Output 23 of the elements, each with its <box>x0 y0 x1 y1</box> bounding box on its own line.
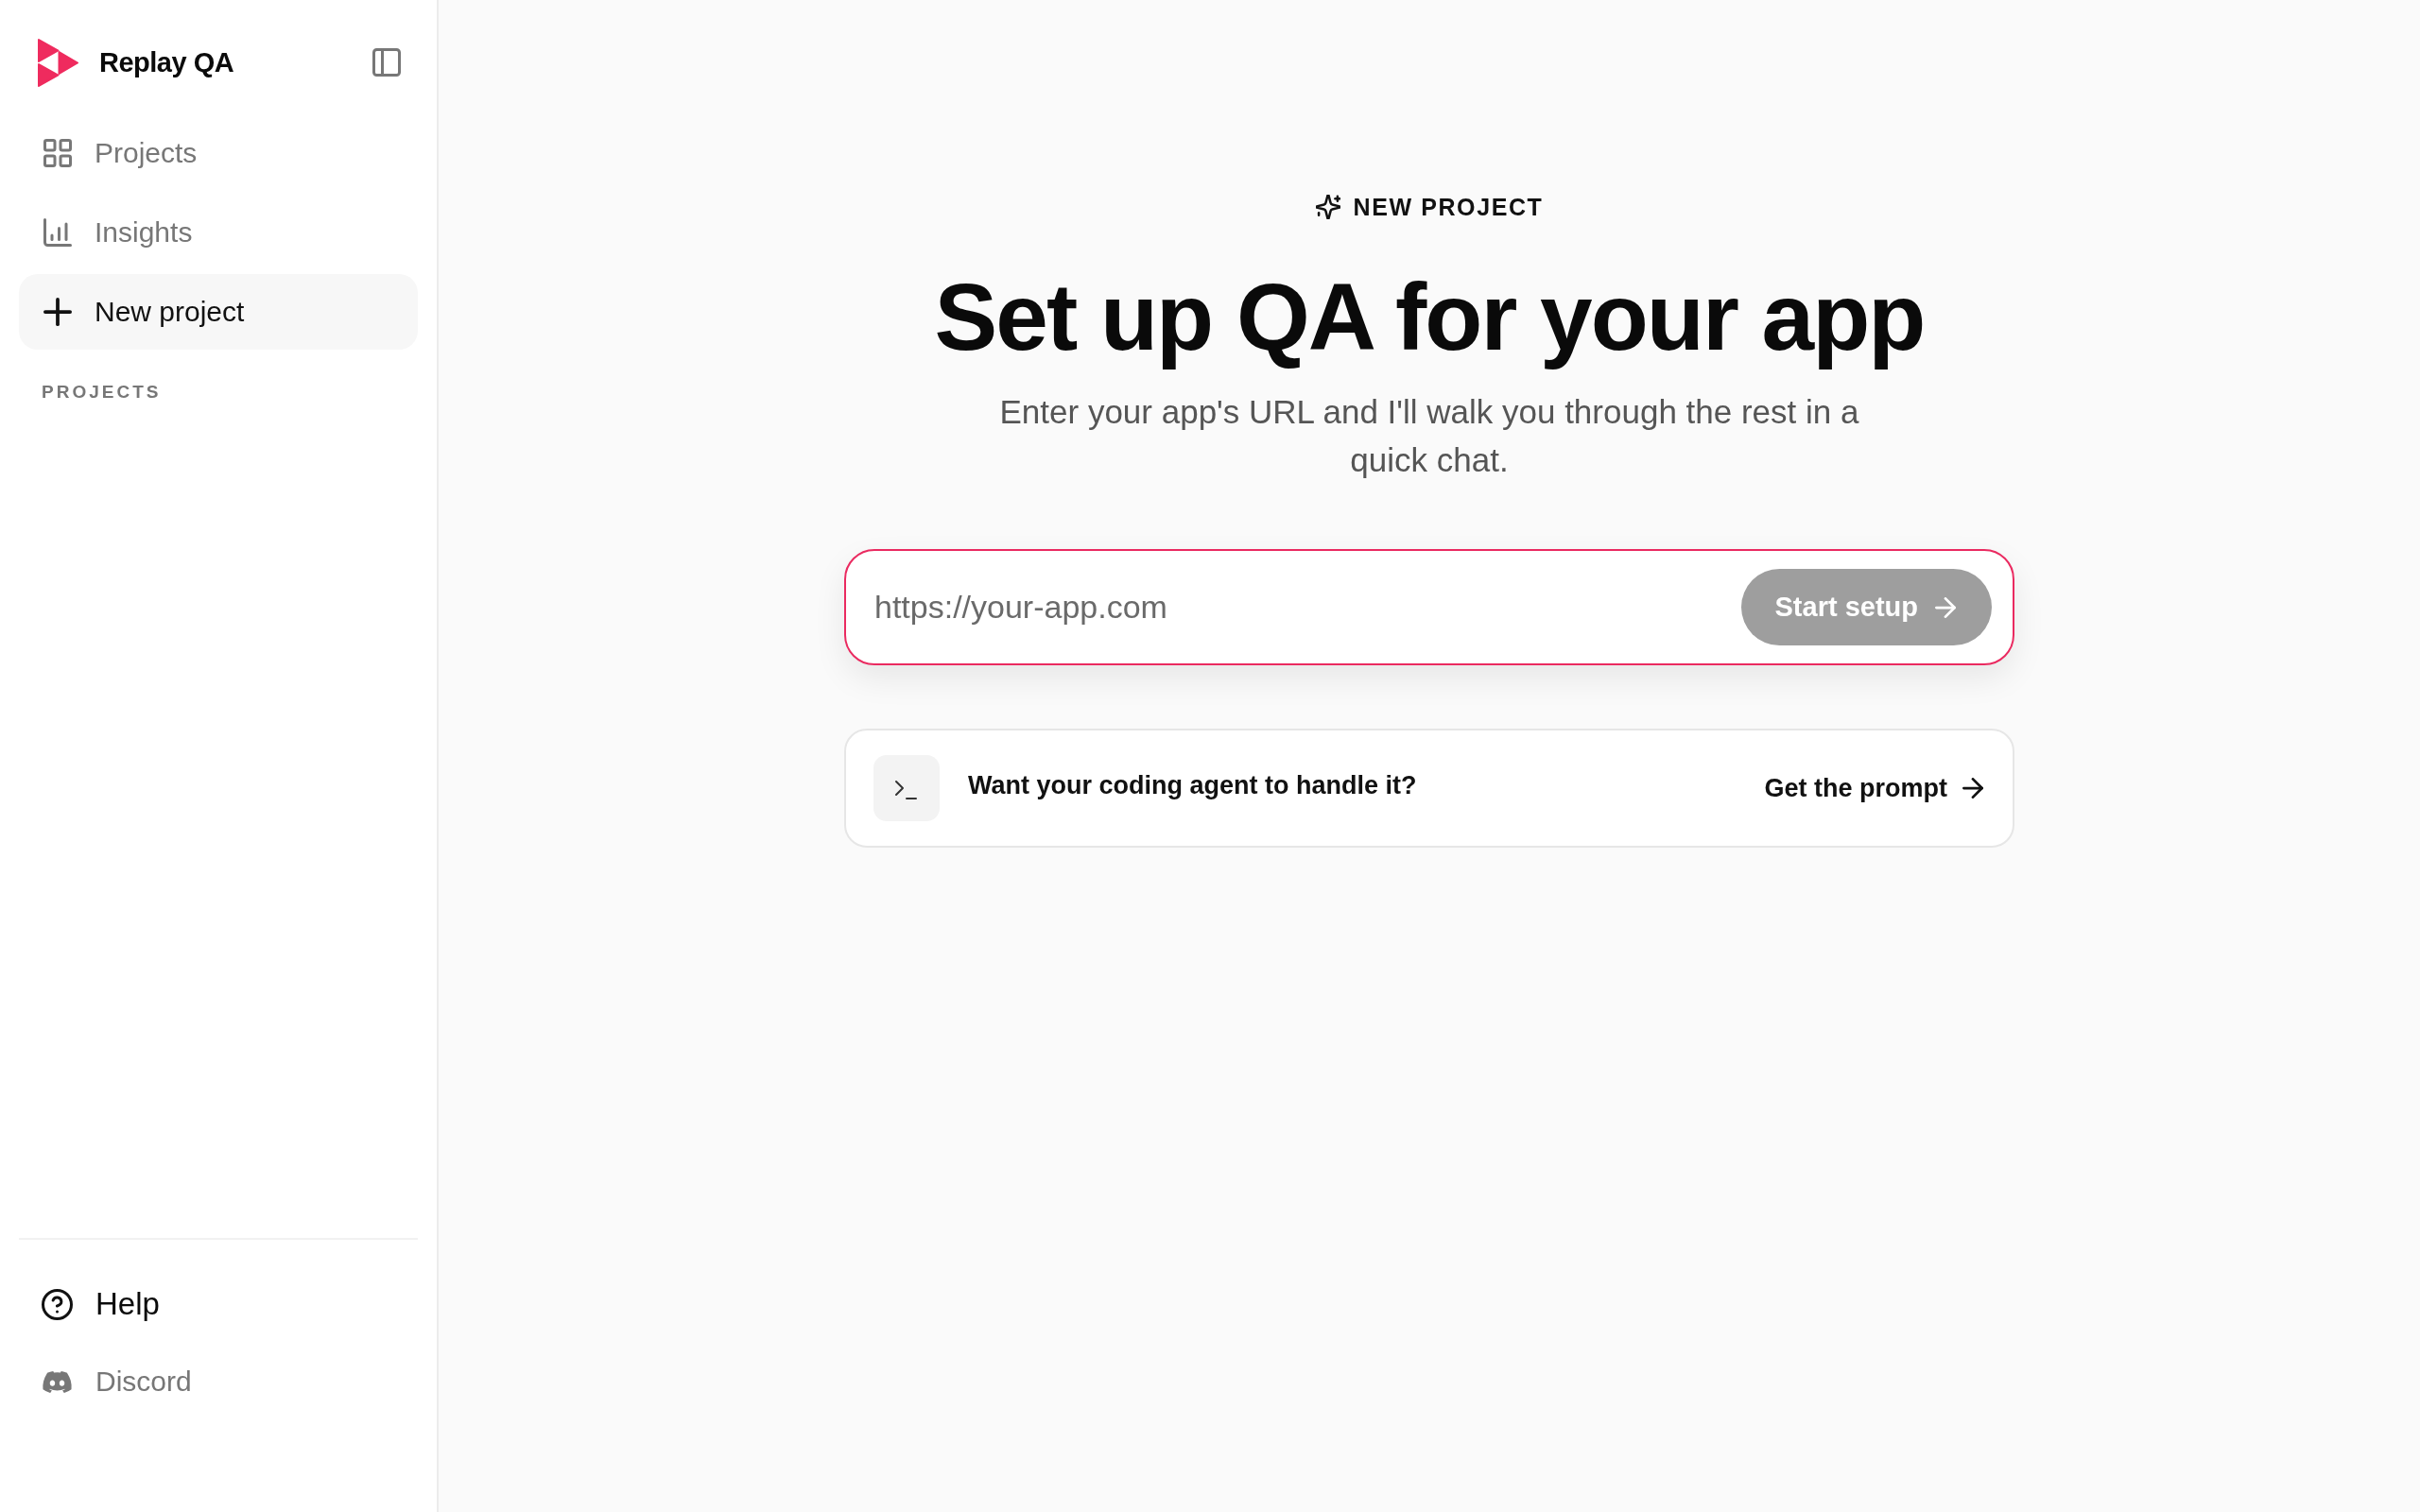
bar-chart-icon <box>43 218 72 247</box>
sparkle-icon <box>1315 195 1340 219</box>
eyebrow-label: NEW PROJECT <box>1353 193 1544 221</box>
page-title: Set up QA for your app <box>934 265 1925 369</box>
sidebar-toggle-icon[interactable] <box>372 48 401 77</box>
arrow-right-icon <box>1935 596 1956 618</box>
help-icon <box>42 1288 73 1320</box>
page-subtitle: Enter your app's URL and I'll walk you through the rest in a quick chat. <box>998 392 1860 480</box>
footer-link[interactable]: Discord <box>19 1344 418 1419</box>
brand-name: Replay QA <box>99 46 234 78</box>
section-label: PROJECTS <box>42 382 162 403</box>
footer-link[interactable]: Help <box>19 1266 418 1342</box>
nav-item[interactable]: Projects <box>19 115 418 191</box>
arrow-right-icon <box>1962 778 1983 799</box>
logo-icon <box>38 38 78 87</box>
terminal-icon <box>873 755 940 821</box>
get-prompt-link[interactable]: Get the prompt <box>1764 773 1983 803</box>
agent-prompt-text: Want your coding agent to handle it? <box>968 770 1417 800</box>
nav-item[interactable]: New project <box>19 274 418 350</box>
url-input[interactable]: https://your-app.com <box>873 578 1722 636</box>
plus-icon <box>43 298 72 326</box>
nav-item[interactable]: Insights <box>19 195 418 270</box>
grid-icon <box>43 139 72 167</box>
